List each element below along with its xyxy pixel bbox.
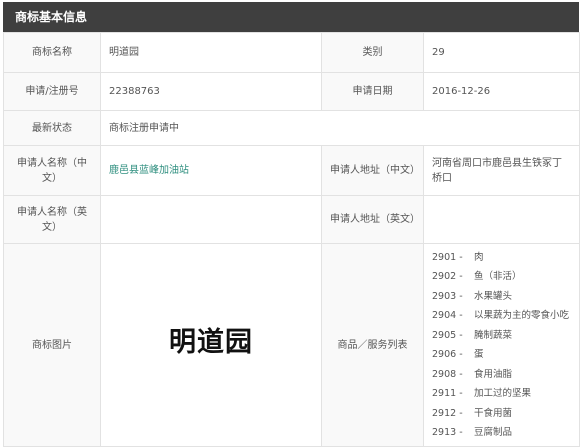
goods-services-list-cell: 2901 - 肉 2902 - 鱼（非活） 2903 - 水果罐头 2904 - 以果蔬为主的… bbox=[423, 243, 580, 447]
table-row: 申请人名称（中文） 鹿邑县蓝峰加油站 申请人地址（中文） 河南省周口市鹿邑县生铁… bbox=[3, 145, 580, 196]
goods-item: 2904 - 以果蔬为主的零食小吃 bbox=[432, 306, 571, 326]
goods-item-name: 加工过的坚果 bbox=[474, 388, 532, 399]
application-date-value: 2016-12-26 bbox=[423, 72, 580, 111]
goods-item-code: 2904 - bbox=[432, 310, 463, 321]
registration-number-value: 22388763 bbox=[100, 72, 322, 111]
trademark-name-value: 明道园 bbox=[100, 32, 322, 73]
status-label: 最新状态 bbox=[3, 110, 101, 146]
goods-item: 2913 - 豆腐制品 bbox=[432, 423, 571, 443]
application-date-label: 申请日期 bbox=[321, 72, 424, 111]
applicant-name-cn-link[interactable]: 鹿邑县蓝峰加油站 bbox=[109, 165, 189, 176]
goods-item: 2908 - 食用油脂 bbox=[432, 365, 571, 385]
trademark-name-label: 商标名称 bbox=[3, 32, 101, 73]
goods-item: 2903 - 水果罐头 bbox=[432, 287, 571, 307]
goods-services-label: 商品／服务列表 bbox=[321, 243, 424, 447]
applicant-address-cn-value: 河南省周口市鹿邑县生铁冢丁桥口 bbox=[423, 145, 580, 196]
applicant-address-cn-label: 申请人地址（中文） bbox=[321, 145, 424, 196]
goods-item-code: 2905 - bbox=[432, 329, 463, 341]
table-row: 申请/注册号 22388763 申请日期 2016-12-26 bbox=[3, 72, 580, 111]
trademark-info-table: 商标名称 明道园 类别 29 申请/注册号 22388763 申请日期 2016… bbox=[3, 32, 580, 447]
applicant-name-cn-value[interactable]: 鹿邑县蓝峰加油站 bbox=[100, 145, 322, 196]
goods-item-code: 2908 - bbox=[432, 368, 463, 380]
applicant-name-cn-label: 申请人名称（中文） bbox=[3, 145, 101, 196]
goods-item-code: 2912 - bbox=[432, 407, 463, 419]
status-value: 商标注册申请中 bbox=[100, 110, 580, 146]
applicant-address-en-label: 申请人地址（英文） bbox=[321, 195, 424, 244]
goods-item: 2912 - 干食用菌 bbox=[432, 404, 571, 424]
goods-item-code: 2913 - bbox=[432, 427, 463, 438]
goods-item-name: 肉 bbox=[474, 251, 484, 263]
goods-item: 2911 - 加工过的坚果 bbox=[432, 384, 571, 404]
goods-item-name: 以果蔬为主的零食小吃 bbox=[474, 310, 570, 321]
goods-item-code: 2911 - bbox=[432, 388, 463, 399]
trademark-image: 明道园 bbox=[100, 243, 322, 447]
goods-item-code: 2902 - bbox=[432, 271, 463, 282]
goods-item: 2906 - 蛋 bbox=[432, 345, 571, 365]
table-row: 商标图片 明道园 商品／服务列表 2901 - 肉 2902 - 鱼（非活） 2903 … bbox=[3, 243, 580, 447]
goods-item-code: 2901 - bbox=[432, 251, 463, 263]
category-value: 29 bbox=[423, 32, 580, 73]
applicant-name-en-value bbox=[100, 195, 322, 244]
goods-services-list: 2901 - 肉 2902 - 鱼（非活） 2903 - 水果罐头 2904 - 以果蔬为主的… bbox=[432, 248, 571, 443]
applicant-address-en-value bbox=[423, 195, 580, 244]
goods-item: 2901 - 肉 bbox=[432, 248, 571, 268]
goods-item-name: 鱼（非活） bbox=[474, 271, 522, 282]
category-label: 类别 bbox=[321, 32, 424, 73]
table-row: 最新状态 商标注册申请中 bbox=[3, 110, 580, 146]
trademark-image-label: 商标图片 bbox=[3, 243, 101, 447]
goods-item-name: 豆腐制品 bbox=[474, 427, 513, 438]
goods-item: 2905 - 腌制蔬菜 bbox=[432, 326, 571, 346]
goods-item-name: 蛋 bbox=[474, 349, 484, 360]
goods-item-name: 干食用菌 bbox=[474, 407, 513, 419]
table-row: 申请人名称（英文） 申请人地址（英文） bbox=[3, 195, 580, 244]
trademark-info-panel: 商标基本信息 商标名称 明道园 类别 29 申请/注册号 22388763 申请… bbox=[0, 0, 583, 447]
trademark-logo-text: 明道园 bbox=[169, 326, 253, 358]
goods-item: 2902 - 鱼（非活） bbox=[432, 267, 571, 287]
applicant-name-en-label: 申请人名称（英文） bbox=[3, 195, 101, 244]
registration-number-label: 申请/注册号 bbox=[3, 72, 101, 111]
table-row: 商标名称 明道园 类别 29 bbox=[3, 32, 580, 73]
goods-item-name: 食用油脂 bbox=[474, 368, 513, 380]
panel-title: 商标基本信息 bbox=[3, 2, 579, 32]
goods-item-code: 2903 - bbox=[432, 290, 463, 302]
goods-item-code: 2906 - bbox=[432, 349, 463, 360]
goods-item-name: 水果罐头 bbox=[474, 290, 513, 302]
goods-item-name: 腌制蔬菜 bbox=[474, 329, 513, 341]
